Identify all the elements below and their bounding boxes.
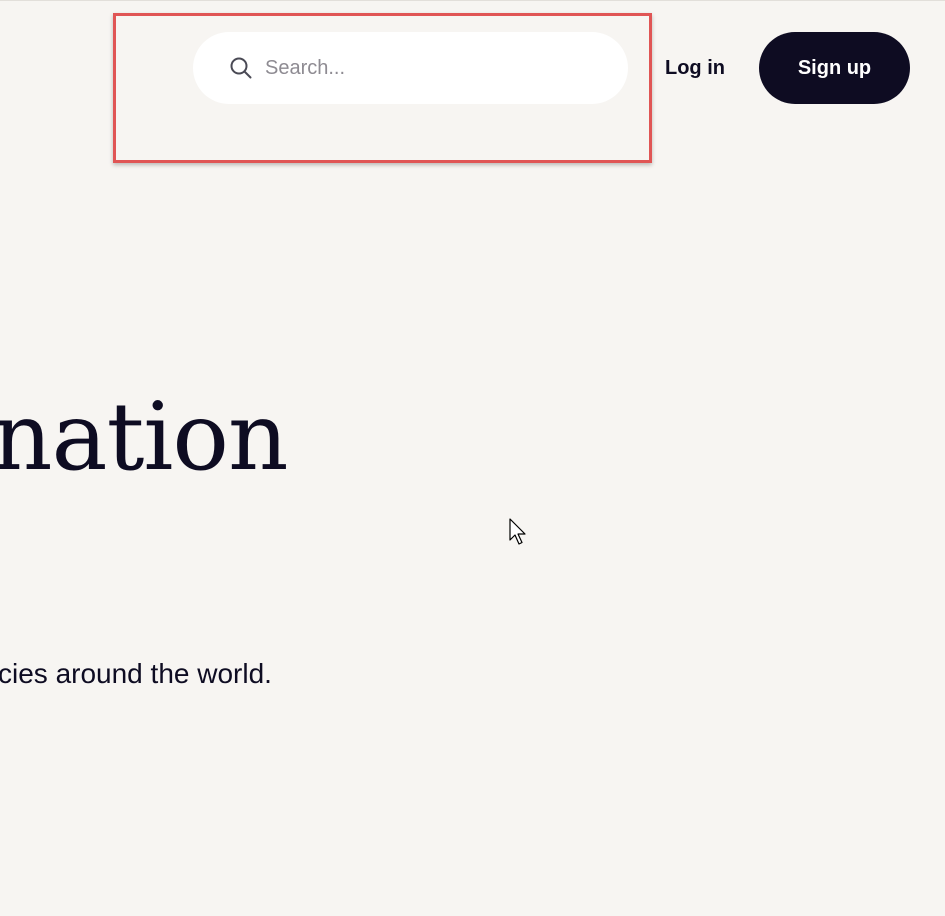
hero-title: nation	[0, 383, 289, 492]
login-link[interactable]: Log in	[665, 54, 725, 82]
hero-subtitle: cies around the world.	[0, 658, 272, 689]
signup-button[interactable]: Sign up	[759, 32, 910, 104]
mouse-pointer-icon	[509, 518, 529, 546]
annotation-highlight-box	[113, 13, 652, 163]
top-divider	[0, 0, 945, 1]
